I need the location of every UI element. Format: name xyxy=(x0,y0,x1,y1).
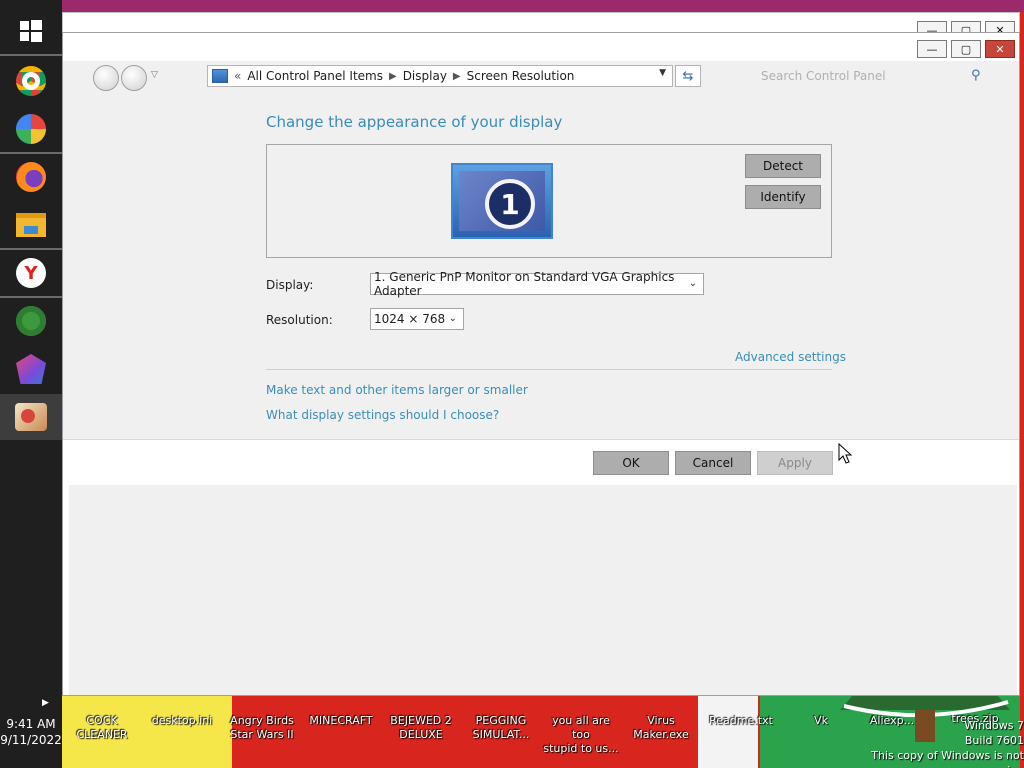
taskbar-polygon-app[interactable] xyxy=(0,346,62,392)
dialog-button-bar: OK Cancel Apply xyxy=(63,439,1019,485)
desktop-icon-bejeweled[interactable]: BEJEWED 2 DELUXE xyxy=(383,714,459,742)
refresh-button[interactable]: ⇆ xyxy=(675,65,701,87)
ok-button[interactable]: OK xyxy=(593,451,669,475)
title-bar[interactable]: — ▢ ✕ xyxy=(63,33,1019,61)
watermark-genuine: This copy of Windows is not genuine xyxy=(871,749,1024,768)
clock-time: 9:41 AM xyxy=(6,717,56,731)
chevron-down-icon: ⌄ xyxy=(448,313,457,324)
watermark-edition: Windows 7 xyxy=(964,719,1024,732)
taskbar-chromium[interactable] xyxy=(0,106,62,152)
breadcrumb-separator-icon[interactable]: ▶ xyxy=(453,71,461,82)
refresh-icon: ⇆ xyxy=(682,68,694,84)
search-input[interactable] xyxy=(757,65,993,87)
taskbar-chrome[interactable] xyxy=(0,58,62,104)
display-settings-help-link[interactable]: What display settings should I choose? xyxy=(266,408,499,422)
desktop-icon-minecraft[interactable]: MINECRAFT xyxy=(303,714,379,728)
file-explorer-icon xyxy=(16,213,46,237)
taskbar-separator xyxy=(0,54,62,56)
address-dropdown-icon[interactable]: ▼ xyxy=(659,68,666,78)
resolution-select-value: 1024 × 768 xyxy=(374,312,446,326)
taskbar: Y ▶ 9:41 AM 9/11/2022 xyxy=(0,0,62,768)
monitor-number-badge: 1 xyxy=(485,179,535,229)
display-label: Display: xyxy=(266,278,314,292)
start-button[interactable] xyxy=(0,8,62,54)
maximize-icon: ▢ xyxy=(960,42,972,56)
monitor-tile[interactable]: 1 xyxy=(451,163,553,239)
navigation-bar: ▽ « All Control Panel Items ▶ Display ▶ … xyxy=(63,61,1019,93)
desktop-icon-stupid[interactable]: you all are too stupid to us... xyxy=(543,714,619,756)
display-select-value: 1. Generic PnP Monitor on Standard VGA G… xyxy=(374,270,675,298)
clock-date: 9/11/2022 xyxy=(0,733,62,747)
search-icon[interactable]: ⚲ xyxy=(971,68,987,84)
monitor-arrangement-panel: 1 Detect Identify xyxy=(266,144,832,258)
breadcrumb-separator-icon[interactable]: ▶ xyxy=(389,71,397,82)
taskbar-active-app[interactable] xyxy=(0,394,62,440)
taskbar-clock[interactable]: 9:41 AM 9/11/2022 xyxy=(0,716,62,748)
resolution-select[interactable]: 1024 × 768 ⌄ xyxy=(370,308,464,330)
mouse-cursor-icon xyxy=(838,443,852,464)
desktop-icon-readme[interactable]: Readme.txt xyxy=(703,714,779,728)
desktop-icon-desktop-ini[interactable]: desktop.ini xyxy=(144,714,220,728)
screen-resolution-window: — ▢ ✕ ▽ « All Control Panel Items ▶ Disp… xyxy=(62,32,1020,696)
address-bar[interactable]: « All Control Panel Items ▶ Display ▶ Sc… xyxy=(207,65,673,87)
desktop-wallpaper-white xyxy=(698,696,758,768)
apply-button[interactable]: Apply xyxy=(757,451,833,475)
content-area: Change the appearance of your display 1 … xyxy=(63,93,1019,439)
firefox-icon xyxy=(16,162,46,192)
taskbar-file-explorer[interactable] xyxy=(0,202,62,248)
monitor-screen: 1 xyxy=(459,171,545,231)
desktop-icon-pegging[interactable]: PEGGING SIMULAT... xyxy=(463,714,539,742)
advanced-settings-link[interactable]: Advanced settings xyxy=(735,350,846,364)
identify-button[interactable]: Identify xyxy=(745,185,821,209)
taskbar-firefox[interactable] xyxy=(0,154,62,200)
desktop-icon-angry-birds[interactable]: Angry Birds Star Wars II xyxy=(224,714,300,742)
desktop-icon-virus-maker[interactable]: Virus Maker.exe xyxy=(623,714,699,742)
text-size-link[interactable]: Make text and other items larger or smal… xyxy=(266,383,528,397)
minimize-button[interactable]: — xyxy=(917,40,947,58)
page-title: Change the appearance of your display xyxy=(266,113,563,131)
maximize-button[interactable]: ▢ xyxy=(951,40,981,58)
windows-watermark: Windows 7 Build 7601 This copy of Window… xyxy=(826,718,1024,768)
breadcrumb-all-items[interactable]: All Control Panel Items xyxy=(247,69,383,83)
desktop-icon-cock-cleaner[interactable]: COCK CLEANER xyxy=(64,714,140,742)
breadcrumb-display[interactable]: Display xyxy=(403,69,447,83)
back-button[interactable] xyxy=(93,65,119,91)
chromium-icon xyxy=(16,114,46,144)
minimize-icon: — xyxy=(926,42,938,56)
breadcrumb-screen-resolution[interactable]: Screen Resolution xyxy=(467,69,575,83)
forward-button[interactable] xyxy=(121,65,147,91)
empty-window-area xyxy=(69,485,1017,695)
control-panel-icon xyxy=(212,69,228,83)
history-chevron-icon[interactable]: « xyxy=(234,69,241,83)
active-app-icon xyxy=(15,403,47,431)
recent-pages-chevron-icon[interactable]: ▽ xyxy=(151,70,158,80)
watermark-build: Build 7601 xyxy=(964,734,1024,747)
chevron-down-icon: ⌄ xyxy=(688,278,697,289)
yandex-browser-icon: Y xyxy=(16,258,46,288)
windows-start-icon xyxy=(20,20,42,42)
resolution-label: Resolution: xyxy=(266,313,333,327)
display-select[interactable]: 1. Generic PnP Monitor on Standard VGA G… xyxy=(370,270,704,298)
section-divider xyxy=(266,369,832,370)
chrome-icon xyxy=(16,66,46,96)
polygon-app-icon xyxy=(16,354,46,384)
tray-chevron-icon[interactable]: ▶ xyxy=(42,698,49,708)
desktop-band xyxy=(62,0,1024,12)
taskbar-ccleaner[interactable] xyxy=(0,298,62,344)
taskbar-yandex[interactable]: Y xyxy=(0,250,62,296)
close-icon: ✕ xyxy=(995,42,1005,56)
close-button[interactable]: ✕ xyxy=(985,40,1015,58)
detect-button[interactable]: Detect xyxy=(745,154,821,178)
caption-buttons: — ▢ ✕ xyxy=(917,40,1015,58)
cancel-button[interactable]: Cancel xyxy=(675,451,751,475)
ccleaner-icon xyxy=(16,306,46,336)
